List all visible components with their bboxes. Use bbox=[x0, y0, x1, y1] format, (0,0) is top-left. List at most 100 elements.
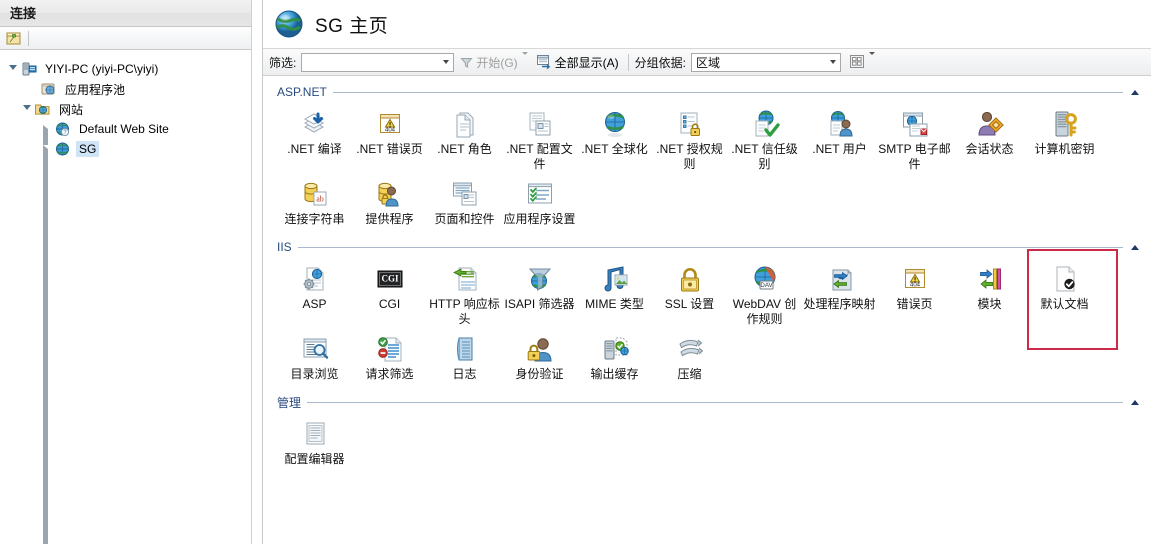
filter-input[interactable] bbox=[301, 52, 455, 72]
net-trust-levels-icon bbox=[749, 108, 781, 140]
directory-browsing-icon bbox=[299, 333, 331, 365]
svg-text:ab: ab bbox=[316, 195, 324, 204]
chevron-down-icon[interactable] bbox=[825, 54, 840, 71]
connect-to-server-icon[interactable] bbox=[4, 29, 23, 48]
tree-item-sites[interactable]: 网站 bbox=[0, 99, 251, 119]
tree-item-label: 网站 bbox=[59, 102, 84, 117]
feature-label: SMTP 电子邮件 bbox=[878, 142, 951, 171]
connections-tree[interactable]: YIYI-PC (yiyi-PC\yiyi) 应用程序池 网站 ? Defaul… bbox=[0, 50, 251, 544]
chevron-down-icon[interactable] bbox=[20, 99, 34, 119]
feature-label: .NET 配置文件 bbox=[506, 142, 573, 171]
feature-machine-key[interactable]: 计算机密钥 bbox=[1027, 104, 1102, 174]
pages-and-controls-icon bbox=[449, 178, 481, 210]
show-all-button[interactable]: 全部显示(A) bbox=[534, 52, 622, 72]
chevron-down-icon[interactable] bbox=[6, 59, 20, 79]
chevron-down-icon[interactable] bbox=[869, 52, 876, 69]
feature-application-settings[interactable]: 应用程序设置 bbox=[502, 174, 577, 229]
feature-webdav-authoring-rules[interactable]: DAV WebDAV 创作规则 bbox=[727, 259, 802, 329]
feature-asp[interactable]: ASP bbox=[277, 259, 352, 329]
group-management: 管理 配置编辑器 bbox=[277, 394, 1143, 469]
feature-net-profile[interactable]: .NET 配置文件 bbox=[502, 104, 577, 174]
svg-text:?: ? bbox=[64, 130, 67, 136]
feature-modules[interactable]: 模块 bbox=[952, 259, 1027, 329]
feature-directory-browsing[interactable]: 目录浏览 bbox=[277, 329, 352, 384]
feature-logging[interactable]: 日志 bbox=[427, 329, 502, 384]
tree-item-label: SG bbox=[76, 141, 100, 157]
feature-isapi-filters[interactable]: ISAPI 筛选器 bbox=[502, 259, 577, 329]
feature-net-globalization[interactable]: .NET 全球化 bbox=[577, 104, 652, 174]
chevron-up-icon[interactable] bbox=[1127, 395, 1143, 409]
chevron-up-icon[interactable] bbox=[1127, 240, 1143, 254]
feature-label: .NET 授权规则 bbox=[656, 142, 723, 171]
feature-connection-strings[interactable]: ab 连接字符串 bbox=[277, 174, 352, 229]
app-pools-icon bbox=[40, 81, 58, 97]
modules-icon bbox=[974, 263, 1006, 295]
tree-item-label: Default Web Site bbox=[79, 122, 169, 136]
feature-net-authorization-rules[interactable]: .NET 授权规则 bbox=[652, 104, 727, 174]
feature-authentication[interactable]: 身份验证 bbox=[502, 329, 577, 384]
feature-http-response-headers[interactable]: HTTP 响应标头 bbox=[427, 259, 502, 329]
feature-net-roles[interactable]: .NET 角色 bbox=[427, 104, 502, 174]
feature-net-users[interactable]: .NET 用户 bbox=[802, 104, 877, 174]
tree-item-label: YIYI-PC (yiyi-PC\yiyi) bbox=[45, 62, 159, 76]
tree-item-sg[interactable]: SG bbox=[0, 139, 251, 544]
feature-output-caching[interactable]: 输出缓存 bbox=[577, 329, 652, 384]
group-by-select[interactable]: 区域 bbox=[691, 52, 842, 72]
feature-label: 页面和控件 bbox=[434, 212, 495, 226]
view-mode-button[interactable] bbox=[847, 52, 878, 72]
feature-mime-types[interactable]: MIME 类型 bbox=[577, 259, 652, 329]
feature-session-state[interactable]: 会话状态 bbox=[952, 104, 1027, 174]
website-icon: ? bbox=[54, 121, 72, 137]
feature-label: .NET 用户 bbox=[812, 142, 867, 156]
view-mode-icon bbox=[850, 54, 866, 70]
svg-text:CGI: CGI bbox=[381, 274, 399, 284]
feature-handler-mappings[interactable]: 处理程序映射 bbox=[802, 259, 877, 329]
http-response-headers-icon bbox=[449, 263, 481, 295]
filter-go-button[interactable]: 开始(G) bbox=[457, 52, 530, 72]
chevron-right-icon[interactable] bbox=[40, 119, 54, 544]
connections-pane-title: 连接 bbox=[0, 0, 251, 27]
feature-pages-and-controls[interactable]: 页面和控件 bbox=[427, 174, 502, 229]
feature-ssl-settings[interactable]: SSL 设置 bbox=[652, 259, 727, 329]
feature-cgi[interactable]: CGI CGI bbox=[352, 259, 427, 329]
feature-compression[interactable]: 压缩 bbox=[652, 329, 727, 384]
chevron-down-icon[interactable] bbox=[521, 52, 528, 69]
show-all-icon bbox=[536, 55, 552, 69]
filter-toolbar: 筛选: 开始(G) 全部显示(A) 分组依据: 区域 bbox=[263, 48, 1151, 76]
net-globalization-icon bbox=[599, 108, 631, 140]
feature-label: WebDAV 创作规则 bbox=[732, 297, 797, 326]
feature-smtp-email[interactable]: SMTP 电子邮件 bbox=[877, 104, 952, 174]
feature-net-error-pages[interactable]: 404 .NET 错误页 bbox=[352, 104, 427, 174]
tree-item-server[interactable]: YIYI-PC (yiyi-PC\yiyi) bbox=[0, 59, 251, 79]
chevron-up-icon[interactable] bbox=[1127, 85, 1143, 99]
providers-icon bbox=[374, 178, 406, 210]
feature-net-compilation[interactable]: .NET 编译 bbox=[277, 104, 352, 174]
feature-request-filtering[interactable]: 请求筛选 bbox=[352, 329, 427, 384]
filter-go-label: 开始(G) bbox=[476, 55, 518, 70]
feature-label: .NET 编译 bbox=[287, 142, 342, 156]
feature-label: 目录浏览 bbox=[290, 367, 339, 381]
net-error-pages-icon: 404 bbox=[374, 108, 406, 140]
feature-label: 日志 bbox=[452, 367, 477, 381]
feature-label: 配置编辑器 bbox=[284, 452, 345, 466]
feature-error-pages[interactable]: 404 错误页 bbox=[877, 259, 952, 329]
group-header: ASP.NET bbox=[277, 84, 1143, 100]
feature-label: ISAPI 筛选器 bbox=[504, 297, 575, 311]
feature-label: .NET 错误页 bbox=[356, 142, 423, 156]
connections-toolbar bbox=[0, 27, 251, 50]
asp-icon bbox=[299, 263, 331, 295]
feature-default-document[interactable]: 默认文档 bbox=[1027, 259, 1102, 329]
connections-pane: 连接 YIYI-PC (yiyi-PC\yiyi) 应用程序池 网站 ? Def… bbox=[0, 0, 252, 544]
tree-item-app-pools[interactable]: 应用程序池 bbox=[0, 79, 251, 99]
chevron-right-icon[interactable] bbox=[40, 139, 54, 544]
tree-item-default-web-site[interactable]: ? Default Web Site bbox=[0, 119, 251, 544]
feature-providers[interactable]: 提供程序 bbox=[352, 174, 427, 229]
group-header: IIS bbox=[277, 239, 1143, 255]
iis-manager-window: 连接 YIYI-PC (yiyi-PC\yiyi) 应用程序池 网站 ? Def… bbox=[0, 0, 1151, 544]
chevron-down-icon[interactable] bbox=[438, 54, 453, 71]
feature-grid: ASP.NET .NET 编译 404 .NET 错误页 .NET 角色 .NE… bbox=[263, 76, 1151, 544]
pane-splitter[interactable] bbox=[252, 0, 263, 544]
error-pages-icon: 404 bbox=[899, 263, 931, 295]
feature-net-trust-levels[interactable]: .NET 信任级别 bbox=[727, 104, 802, 174]
feature-configuration-editor[interactable]: 配置编辑器 bbox=[277, 414, 352, 469]
